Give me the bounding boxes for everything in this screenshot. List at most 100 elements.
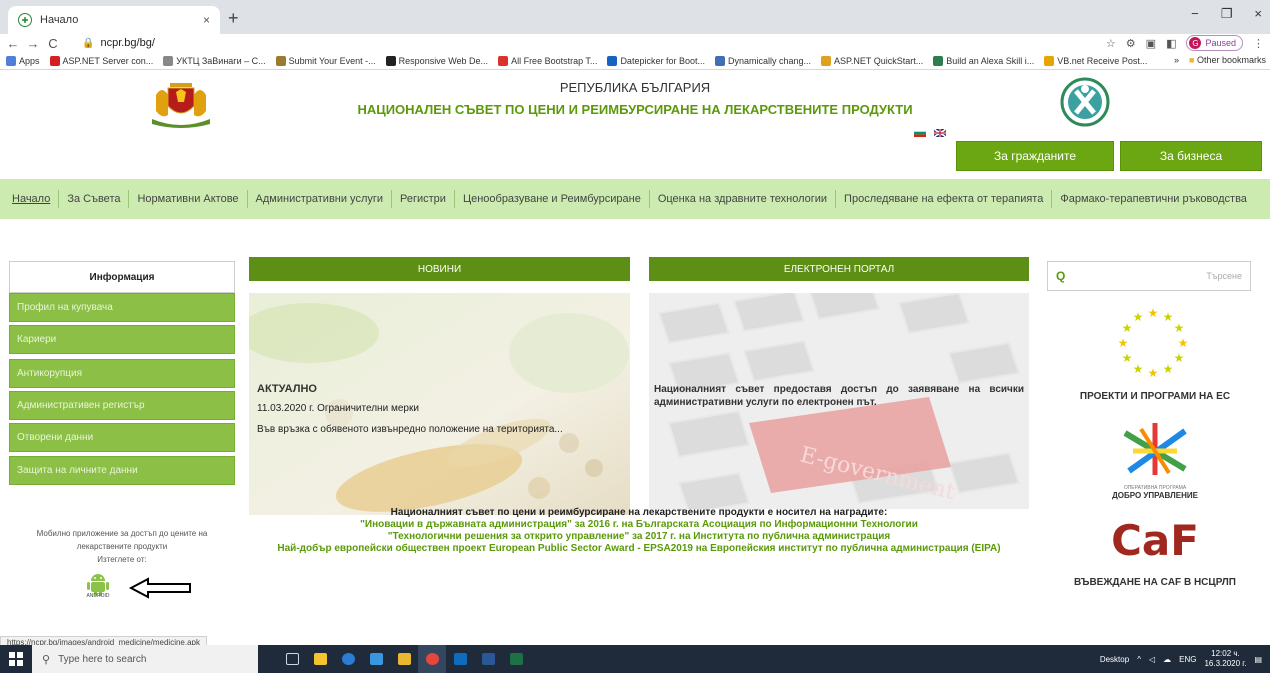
web-page: РЕПУБЛИКА БЪЛГАРИЯ НАЦИОНАЛЕН СЪВЕТ ПО Ц… [0,71,1270,650]
e-portal-heading[interactable]: ЕЛЕКТРОНЕН ПОРТАЛ [649,257,1029,281]
for-citizens-button[interactable]: За гражданите [956,141,1114,171]
volume-icon[interactable]: ◁ [1149,655,1155,664]
browser-tab[interactable]: ✚ Начало × [8,6,220,34]
sidebar-item[interactable]: Антикорупция [9,359,235,388]
bookmark-item[interactable]: ASP.NET QuickStart... [821,55,923,66]
new-tab-button[interactable]: + [228,8,239,29]
eu-projects-link[interactable]: ПРОЕКТИ И ПРОГРАМИ НА ЕС [1047,391,1263,402]
edge-icon[interactable] [334,645,362,673]
good-governance-title: ДОБРО УПРАВЛЕНИЕ [1112,491,1198,500]
nav-item[interactable]: Начало [4,190,60,208]
awards-block: Националният съвет по цени и реимбурсира… [249,507,1029,555]
sidebar-item[interactable]: Отворени данни [9,423,235,452]
nav-item[interactable]: Нормативни Актове [129,190,248,208]
sidebar-item[interactable]: Кариери [9,325,235,354]
bookmark-item[interactable]: Build an Alexa Skill i... [933,55,1034,66]
news-title[interactable]: 11.03.2020 г. Ограничителни мерки [257,403,419,414]
caf-link[interactable]: ВЪВЕЖДАНЕ НА CAF В НСЦРЛП [1047,577,1263,588]
search-input[interactable]: Q Търсене [1047,261,1251,291]
bookmark-item[interactable]: VB.net Receive Post... [1044,55,1148,66]
eu-stars-icon[interactable]: ★ ★★★★★★★★★★★ [1110,303,1196,383]
extension-icon[interactable]: ⚙ [1126,37,1136,50]
arrow-left-icon [128,577,191,599]
task-view-icon[interactable] [278,645,306,673]
bookmark-favicon-icon [385,55,396,66]
sidebar-item[interactable]: Защита на личните данни [9,456,235,485]
menu-icon[interactable]: ⋮ [1253,37,1264,50]
bookmark-favicon-icon [49,55,60,66]
search-placeholder: Търсене [1206,271,1242,281]
good-governance-logo-icon[interactable] [1115,423,1195,478]
ncpr-logo-icon[interactable] [1060,77,1110,127]
for-business-button[interactable]: За бизнеса [1120,141,1262,171]
back-icon[interactable]: ← [6,36,20,51]
close-window-icon[interactable]: × [1254,6,1262,22]
bookmark-item[interactable]: Submit Your Event -... [275,55,376,66]
taskbar-search-placeholder: Type here to search [58,653,147,665]
store-icon[interactable] [362,645,390,673]
close-tab-icon[interactable]: × [203,13,210,27]
more-bookmarks-button[interactable]: » [1174,55,1179,65]
bookmark-label: All Free Bootstrap T... [511,55,598,66]
good-governance-label[interactable]: ОПЕРАТИВНА ПРОГРАМА ДОБРО УПРАВЛЕНИЕ [1047,485,1263,500]
chrome-icon[interactable] [418,645,446,673]
extension-icon-3[interactable]: ◧ [1166,37,1176,50]
nav-item[interactable]: Ценообразуване и Реимбурсиране [455,190,650,208]
sidebar-item[interactable]: Профил на купувача [9,293,235,322]
bookmarks-right: » ■ Other bookmarks [1174,55,1266,65]
uk-flag-icon[interactable] [934,129,946,137]
eu-star: ★ [1163,310,1174,324]
excel-icon[interactable] [502,645,530,673]
url-text: ncpr.bg/bg/ [100,37,155,49]
bookmark-label: VB.net Receive Post... [1057,55,1148,66]
outlook-icon[interactable] [446,645,474,673]
windows-start-icon[interactable] [0,645,32,673]
taskbar-search-input[interactable]: ⚲ Type here to search [32,645,258,673]
file-explorer-icon[interactable] [306,645,334,673]
forward-icon[interactable]: → [26,36,40,51]
taskbar-apps [278,645,530,673]
reload-icon[interactable]: C [46,36,60,51]
extension-icon-2[interactable]: ▣ [1146,37,1156,50]
bookmark-star-icon[interactable]: ☆ [1106,37,1116,50]
language-indicator[interactable]: ENG [1179,655,1196,664]
bookmark-item[interactable]: УКТЦ ЗаВинаги – С... [163,55,266,66]
nav-item[interactable]: За Съвета [59,190,130,208]
bulgarian-flag-icon[interactable] [914,129,926,137]
site-header: РЕПУБЛИКА БЪЛГАРИЯ НАЦИОНАЛЕН СЪВЕТ ПО Ц… [0,71,1270,141]
nav-item[interactable]: Фармако-терапевтични ръководства [1052,190,1255,208]
minimize-icon[interactable]: − [1191,6,1199,22]
bookmark-item[interactable]: ASP.NET Server con... [49,55,153,66]
ncpr-logo-icon: ✚ [18,13,32,27]
sidebar-item[interactable]: Административен регистър [9,391,235,420]
restore-icon[interactable]: ❐ [1221,6,1233,22]
nav-item[interactable]: Административни услуги [248,190,393,208]
app-icon[interactable] [390,645,418,673]
bookmark-item[interactable]: Datepicker for Boot... [607,55,705,66]
bookmark-item[interactable]: Apps [6,55,40,66]
nav-item[interactable]: Проследяване на ефекта от терапията [836,190,1053,208]
url-field[interactable]: 🔒 ncpr.bg/bg/ [82,34,1132,52]
clock[interactable]: 12:02 ч. 16.3.2020 г. [1204,649,1246,669]
bookmark-label: Datepicker for Boot... [620,55,705,66]
word-icon[interactable] [474,645,502,673]
nav-item[interactable]: Регистри [392,190,455,208]
profile-paused-badge[interactable]: G Paused [1186,35,1243,51]
bookmark-label: Submit Your Event -... [288,55,376,66]
notifications-icon[interactable]: ▤ [1254,655,1262,664]
clock-time: 12:02 ч. [1211,649,1240,658]
bookmark-label: Dynamically chang... [727,55,812,66]
news-heading[interactable]: НОВИНИ [249,257,630,281]
cloud-icon[interactable]: ☁ [1163,655,1171,664]
bookmark-item[interactable]: All Free Bootstrap T... [498,55,598,66]
nav-item[interactable]: Оценка на здравните технологии [650,190,837,208]
chevron-up-icon[interactable]: ^ [1137,655,1141,664]
desktop-toolbar[interactable]: Desktop [1100,655,1129,664]
other-bookmarks-folder[interactable]: ■ Other bookmarks [1189,55,1266,65]
bookmark-favicon-icon [607,55,618,66]
search-icon: Q [1056,269,1066,283]
bookmark-item[interactable]: Dynamically chang... [714,55,812,66]
caf-logo-icon[interactable]: CaF [1112,517,1198,561]
bookmark-item[interactable]: Responsive Web De... [385,55,488,66]
clock-date: 16.3.2020 г. [1204,659,1247,668]
